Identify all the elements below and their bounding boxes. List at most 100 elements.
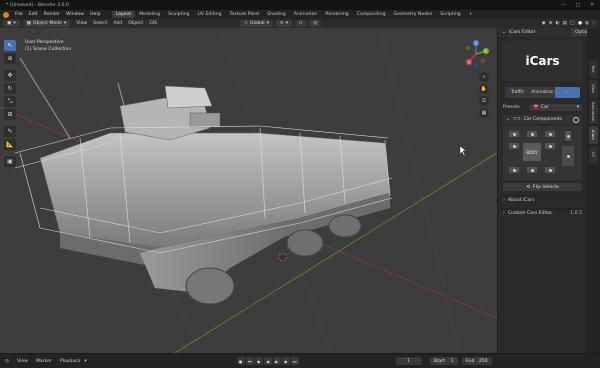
orientation-dropdown[interactable]: ⊹ Global ▾ (240, 20, 273, 27)
cursor-tool-icon[interactable]: ⊕ (4, 53, 16, 64)
close-button[interactable]: ✕ (590, 3, 594, 8)
snap-toggle[interactable]: ∩ (295, 20, 307, 27)
expand-chevron-icon: › (503, 197, 505, 203)
menu-view[interactable]: View (73, 21, 90, 26)
menu-edit[interactable]: Edit (26, 12, 41, 17)
workspace-tabs: Layout Modeling Sculpting UV Editing Tex… (111, 11, 477, 18)
tab-sculpting[interactable]: Sculpting (164, 11, 193, 18)
camera-icon[interactable]: ⎚ (479, 96, 489, 106)
tab-rendering[interactable]: Rendering (321, 11, 352, 18)
visibility-icon[interactable]: ◉ (542, 21, 546, 26)
window-title: * (Unsaved) - Blender 3.6.0 (6, 2, 69, 8)
tab-traffic[interactable]: Traffic (505, 87, 530, 98)
tab-compositing[interactable]: Compositing (353, 11, 390, 18)
tab-modeling[interactable]: Modeling (135, 11, 164, 18)
tab-texture-paint[interactable]: Texture Paint (226, 11, 264, 18)
3d-cursor[interactable] (278, 252, 288, 262)
menu-add[interactable]: Add (110, 21, 125, 26)
about-icars-panel[interactable]: › About iCars (501, 195, 584, 204)
menu-render[interactable]: Render (41, 12, 63, 17)
flip-vehicle-button[interactable]: ⟲ Flip Vehicle (503, 183, 582, 191)
extra-slot-2[interactable] (562, 146, 574, 166)
xray-icon[interactable]: ▤ (562, 21, 566, 26)
tab-animation-panel[interactable]: Animation (530, 87, 555, 98)
solid-shading-icon[interactable]: ● (578, 21, 582, 26)
tab-geometry-nodes[interactable]: Geometry Nodes (390, 11, 437, 18)
tab-layout[interactable]: Layout (111, 11, 136, 18)
transform-tool-icon[interactable]: ⊞ (4, 109, 16, 120)
menu-gis[interactable]: GIS (146, 21, 160, 26)
pan-hand-icon[interactable]: ✋ (479, 84, 489, 94)
prev-keyframe-icon[interactable]: ◆ (254, 357, 263, 365)
sidetab-icars[interactable]: iCars (589, 126, 598, 144)
wireframe-shading-icon[interactable]: ◯ (570, 21, 575, 26)
gizmo-icon[interactable]: ⊕ (549, 21, 553, 26)
tab-uv-editing[interactable]: UV Editing (194, 11, 226, 18)
menu-window[interactable]: Window (63, 12, 87, 17)
extra-slot-1[interactable] (565, 131, 571, 141)
scale-tool-icon[interactable]: ⤡ (4, 96, 16, 107)
wheel-rear-left-slot[interactable] (509, 167, 519, 173)
overlay-icon[interactable]: ◐ (555, 21, 559, 26)
tab-animation[interactable]: Animation (290, 11, 321, 18)
zoom-icon[interactable]: ⌕ (479, 72, 489, 82)
tab-shading[interactable]: Shading (263, 11, 290, 18)
move-tool-icon[interactable]: ✥ (4, 70, 16, 81)
timeline-editor-icon[interactable]: ◷ (5, 359, 9, 364)
current-frame-field[interactable]: 1 (395, 357, 422, 365)
play-reverse-icon[interactable]: ◀ (263, 357, 272, 365)
wheel-rear-mid-slot[interactable] (527, 167, 537, 173)
measure-tool-icon[interactable]: 📐 (4, 139, 16, 150)
body-button[interactable]: BODY (523, 143, 541, 161)
navigation-gizmo[interactable]: Z Y X (461, 39, 491, 69)
car-components-header[interactable]: ⌄ ⊂⊃ Car Components (503, 115, 582, 124)
jump-end-icon[interactable]: ⏭ (290, 357, 299, 365)
wheel-front-left-slot[interactable] (509, 131, 519, 137)
pivot-dropdown[interactable]: ⊙ ▾ (275, 20, 293, 27)
rotate-tool-icon[interactable]: ↻ (4, 83, 16, 94)
next-keyframe-icon[interactable]: ◆ (281, 357, 290, 365)
3d-viewport[interactable]: ↖ ⊕ ✥ ↻ ⤡ ⊞ ✎ 📐 ▣ User Perspective (1) S… (0, 28, 497, 353)
add-workspace-button[interactable]: + (465, 11, 477, 18)
tab-more[interactable]: ... (555, 87, 580, 98)
menu-select[interactable]: Select (90, 21, 110, 26)
end-frame-field[interactable]: End 250 (461, 357, 492, 365)
custom-cars-panel[interactable]: › Custom Cars Editor 1.0.5 (501, 208, 584, 217)
menu-file[interactable]: File (12, 12, 26, 17)
sidetab-view[interactable]: View (589, 80, 598, 98)
record-icon[interactable]: ● (236, 357, 245, 365)
wheel-front-right-slot[interactable] (545, 131, 555, 137)
door-right-slot[interactable] (545, 143, 555, 149)
annotate-tool-icon[interactable]: ✎ (4, 126, 16, 137)
blender-logo-icon[interactable] (3, 11, 9, 18)
sidetab-cc[interactable]: CC (589, 146, 598, 164)
tab-scripting[interactable]: Scripting (436, 11, 464, 18)
timeline-menu-playback[interactable]: Playback (56, 359, 85, 364)
door-left-slot[interactable] (509, 143, 519, 149)
gear-icon[interactable] (573, 116, 579, 123)
start-frame-field[interactable]: Start 1 (429, 357, 458, 365)
wheel-rear-right-slot[interactable] (545, 167, 555, 173)
proportional-edit-toggle[interactable]: ◎ (309, 20, 322, 27)
play-icon[interactable]: ▶ (272, 357, 281, 365)
select-tool-icon[interactable]: ↖ (4, 40, 16, 51)
add-cube-tool-icon[interactable]: ▣ (4, 156, 16, 167)
grid-view-icon[interactable]: ▦ (479, 108, 489, 118)
maximize-button[interactable]: □ (576, 3, 580, 8)
menu-object[interactable]: Object (125, 21, 146, 26)
sidetab-animation[interactable]: Animation (589, 100, 598, 124)
editor-type-dropdown[interactable]: ▣ ▾ (3, 20, 20, 27)
sidetab-tool[interactable]: Tool (589, 60, 598, 78)
wheel-front-mid-slot[interactable] (527, 131, 537, 137)
jump-start-icon[interactable]: ⏮ (245, 357, 254, 365)
minimize-button[interactable]: — (561, 3, 566, 8)
timeline-menu-view[interactable]: View (13, 359, 32, 364)
mode-dropdown[interactable]: ▦ Object Mode ▾ (22, 20, 71, 27)
timeline-menu-marker[interactable]: Marker (32, 359, 56, 364)
presets-dropdown[interactable]: 🚘 Car ▾ (529, 103, 582, 111)
rendered-shading-icon[interactable]: ◌ (592, 21, 596, 26)
material-shading-icon[interactable]: ◍ (585, 21, 589, 26)
car-components-label: Car Components (523, 117, 562, 122)
menu-help[interactable]: Help (87, 12, 103, 17)
icars-logo: iCars (503, 41, 582, 81)
